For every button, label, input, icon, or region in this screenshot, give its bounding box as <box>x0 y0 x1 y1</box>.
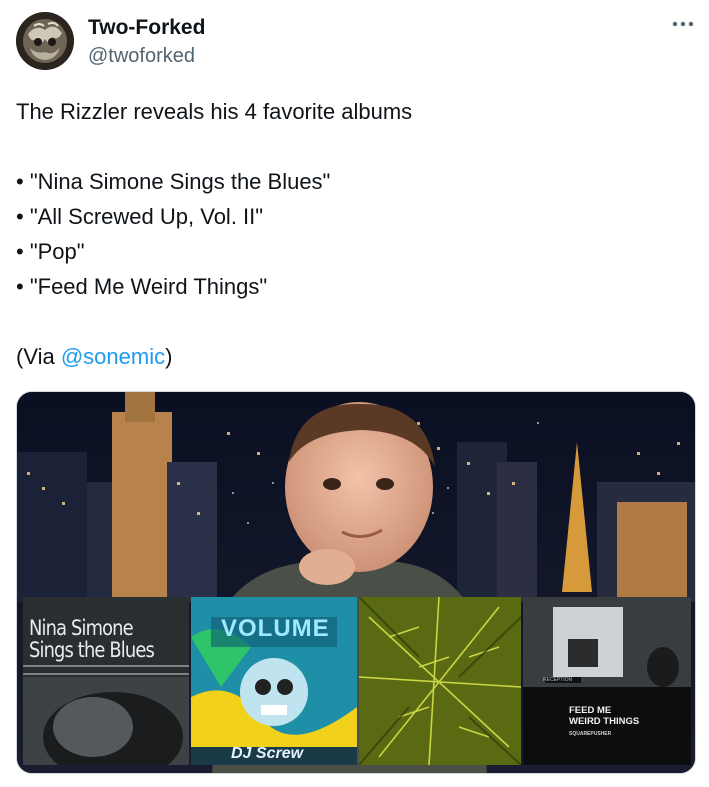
via-line: (Via @sonemic) <box>16 339 696 374</box>
feed-me-title: FEED ME WEIRD THINGS <box>569 705 640 727</box>
album-list-item: • "Nina Simone Sings the Blues" <box>16 169 331 194</box>
dj-screw-volume-title: VOLUME <box>221 615 330 642</box>
album-cover-dj-screw[interactable]: VOLUME DJ Screw <box>191 597 357 765</box>
mention-link[interactable]: @sonemic <box>61 344 165 369</box>
dj-screw-artist: DJ Screw <box>231 745 304 762</box>
album-list-item: • "Feed Me Weird Things" <box>16 274 268 299</box>
via-suffix: ) <box>165 344 173 369</box>
album-list-item: • "Pop" <box>16 239 85 264</box>
author-handle[interactable]: @twoforked <box>88 45 195 68</box>
pop-cover-art <box>359 597 521 765</box>
tweet-intro: The Rizzler reveals his 4 favorite album… <box>16 99 413 124</box>
feed-me-artist: SQUAREPUSHER <box>569 731 612 737</box>
more-horizontal-icon <box>672 21 694 27</box>
avatar[interactable] <box>16 12 74 70</box>
nina-simone-title: Nina Simone Sings the Blues <box>29 616 155 662</box>
feed-me-reception-sign: RECEPTION <box>543 677 573 683</box>
via-prefix: (Via <box>16 344 61 369</box>
tweet-media-image[interactable]: Nina Simone Sings the Blues VOLUME DJ Sc… <box>16 391 696 774</box>
author-display-name[interactable]: Two-Forked <box>88 16 205 40</box>
album-list-item: • "All Screwed Up, Vol. II" <box>16 204 264 229</box>
tweet-text: The Rizzler reveals his 4 favorite album… <box>16 94 696 374</box>
album-cover-pop[interactable] <box>359 597 521 765</box>
album-cover-nina-simone[interactable]: Nina Simone Sings the Blues <box>23 597 189 765</box>
avatar-image <box>16 12 74 70</box>
album-cover-feed-me-weird-things[interactable]: RECEPTION FEED ME WEIRD THINGS SQUAREPUS… <box>523 597 691 765</box>
more-options-button[interactable] <box>668 12 698 36</box>
